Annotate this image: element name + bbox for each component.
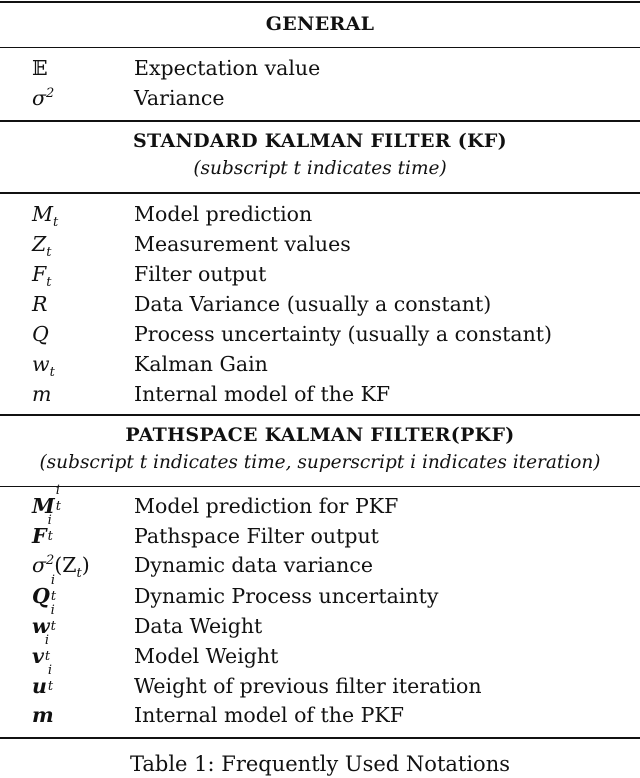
symbol-variance: σ2 <box>32 86 55 111</box>
table-row: Fit Pathspace Filter output <box>0 513 640 553</box>
table-row: vit Model Weight <box>0 633 640 673</box>
description: Variance <box>134 86 225 111</box>
description: Model prediction <box>134 201 313 226</box>
table-row: wit Data Weight <box>0 603 640 643</box>
description: Data Variance (usually a constant) <box>134 291 492 316</box>
table-caption: Table 1: Frequently Used Notations <box>129 752 511 776</box>
table-row: 𝔼 Expectation value <box>0 56 640 86</box>
section-subtitle-kf: (subscript t indicates time) <box>193 158 447 180</box>
symbol: uit <box>32 663 54 699</box>
description: Measurement values <box>134 231 351 256</box>
symbol: Ft <box>32 261 52 290</box>
symbol: Qit <box>32 573 57 609</box>
symbol: R <box>32 291 48 316</box>
symbol: Q <box>32 321 49 346</box>
section-title-kf: STANDARD KALMAN FILTER (KF) <box>133 130 507 153</box>
description: Dynamic data variance <box>134 553 373 578</box>
section-title-general: GENERAL <box>265 13 375 35</box>
bottom-rule <box>0 737 640 740</box>
description: Pathspace Filter output <box>134 524 379 549</box>
table-row: wt Kalman Gain <box>0 352 640 382</box>
table-row: Mt Model prediction <box>0 202 640 232</box>
table-row: σ2(Zt) Dynamic data variance <box>0 553 640 583</box>
symbol-expectation: 𝔼 <box>32 56 48 81</box>
description: Filter output <box>134 261 267 286</box>
symbol: Fit <box>32 513 53 549</box>
symbol: wt <box>32 351 55 380</box>
description: Process uncertainty (usually a constant) <box>134 321 553 346</box>
table-row: uit Weight of previous filter iteration <box>0 663 640 703</box>
notation-table: GENERAL 𝔼 Expectation value σ2 Variance … <box>0 0 640 740</box>
section-title-pkf: PATHSPACE KALMAN FILTER(PKF) <box>125 423 515 446</box>
section-subtitle-pkf: (subscript t indicates time, superscript… <box>39 451 601 473</box>
symbol: vit <box>32 633 51 669</box>
symbol: m <box>32 381 52 406</box>
table-row: m Internal model of the KF <box>0 382 640 412</box>
table-row: σ2 Variance <box>0 86 640 116</box>
description: Expectation value <box>134 56 321 81</box>
description: Dynamic Process uncertainty <box>134 584 439 609</box>
table-row: Mit Model prediction for PKF <box>0 483 640 523</box>
table-row: Qit Dynamic Process uncertainty <box>0 573 640 613</box>
description: Model Weight <box>134 644 279 669</box>
symbol: σ2(Zt) <box>32 553 90 582</box>
description: Data Weight <box>134 614 263 639</box>
table-row: Q Process uncertainty (usually a constan… <box>0 322 640 352</box>
symbol: Mit <box>32 483 61 519</box>
description: Internal model of the PKF <box>134 703 404 728</box>
table-row: Zt Measurement values <box>0 232 640 262</box>
description: Model prediction for PKF <box>134 494 399 519</box>
symbol: Mt <box>32 201 59 230</box>
symbol: wit <box>32 603 56 639</box>
description: Weight of previous filter iteration <box>134 674 482 699</box>
table-row: Ft Filter output <box>0 262 640 292</box>
symbol: Zt <box>32 231 52 260</box>
symbol: m <box>32 703 54 728</box>
description: Internal model of the KF <box>134 381 391 406</box>
description: Kalman Gain <box>134 351 268 376</box>
table-row: R Data Variance (usually a constant) <box>0 292 640 322</box>
table-row: m Internal model of the PKF <box>0 703 640 733</box>
